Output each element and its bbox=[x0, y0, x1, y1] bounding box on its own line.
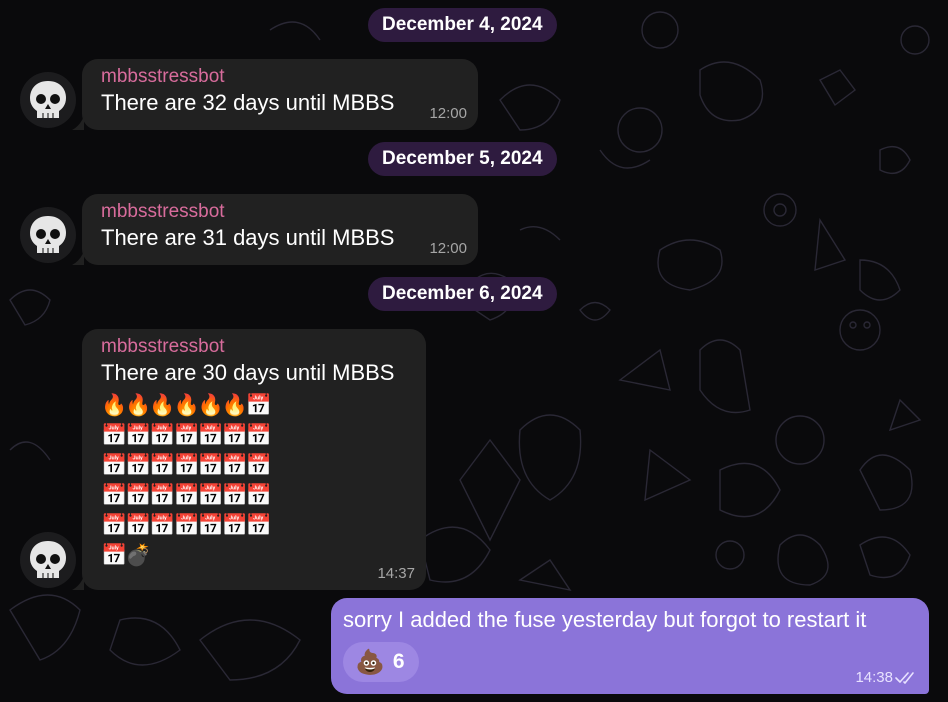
sender-name[interactable]: mbbsstressbot bbox=[101, 200, 460, 224]
double-check-icon bbox=[895, 671, 914, 684]
skull-icon bbox=[30, 216, 66, 253]
bubble-tail bbox=[72, 116, 84, 130]
message-bubble[interactable]: mbbsstressbot There are 31 days until MB… bbox=[72, 194, 478, 265]
skull-icon bbox=[30, 541, 66, 578]
message-bubble[interactable]: mbbsstressbot There are 30 days until MB… bbox=[72, 329, 426, 590]
emoji-row: 📅📅📅📅📅📅📅 bbox=[101, 424, 272, 447]
message-text: There are 32 days until MBBS bbox=[101, 90, 395, 115]
emoji-row: 📅📅📅📅📅📅📅 bbox=[101, 454, 272, 477]
message-text: There are 31 days until MBBS bbox=[101, 225, 395, 250]
emoji-row: 📅📅📅📅📅📅📅 bbox=[101, 514, 272, 537]
bubble-tail bbox=[72, 576, 84, 590]
message-time: 12:00 bbox=[429, 105, 467, 122]
sender-name[interactable]: mbbsstressbot bbox=[101, 335, 408, 359]
emoji-row: 🔥🔥🔥🔥🔥🔥📅 bbox=[101, 394, 272, 417]
avatar[interactable] bbox=[20, 72, 76, 128]
sender-name[interactable]: mbbsstressbot bbox=[101, 65, 460, 89]
skull-icon bbox=[30, 81, 66, 118]
avatar[interactable] bbox=[20, 532, 76, 588]
message-time: 12:00 bbox=[429, 240, 467, 257]
date-separator: December 4, 2024 bbox=[368, 8, 557, 42]
message-text: There are 30 days until MBBS bbox=[101, 360, 395, 385]
avatar[interactable] bbox=[20, 207, 76, 263]
message-bubble[interactable]: mbbsstressbot There are 32 days until MB… bbox=[72, 59, 478, 130]
emoji-grid: 🔥🔥🔥🔥🔥🔥📅 📅📅📅📅📅📅📅 📅📅📅📅📅📅📅 📅📅📅📅📅📅📅 📅📅📅📅📅📅📅 … bbox=[101, 391, 408, 571]
message-time: 14:37 bbox=[377, 565, 415, 582]
message-meta: 14:38 bbox=[855, 669, 919, 686]
date-separator: December 6, 2024 bbox=[368, 277, 557, 311]
message-text: sorry I added the fuse yesterday but for… bbox=[343, 607, 867, 632]
reaction-chip[interactable]: 💩 6 bbox=[343, 642, 419, 682]
date-separator: December 5, 2024 bbox=[368, 142, 557, 176]
bubble-tail bbox=[72, 251, 84, 265]
emoji-row: 📅📅📅📅📅📅📅 bbox=[101, 484, 272, 507]
poop-emoji-icon: 💩 bbox=[355, 648, 385, 676]
emoji-row: 📅💣 bbox=[101, 544, 151, 567]
outgoing-message-bubble[interactable]: sorry I added the fuse yesterday but for… bbox=[331, 598, 929, 694]
reaction-count: 6 bbox=[392, 650, 405, 673]
message-time: 14:38 bbox=[855, 669, 893, 686]
